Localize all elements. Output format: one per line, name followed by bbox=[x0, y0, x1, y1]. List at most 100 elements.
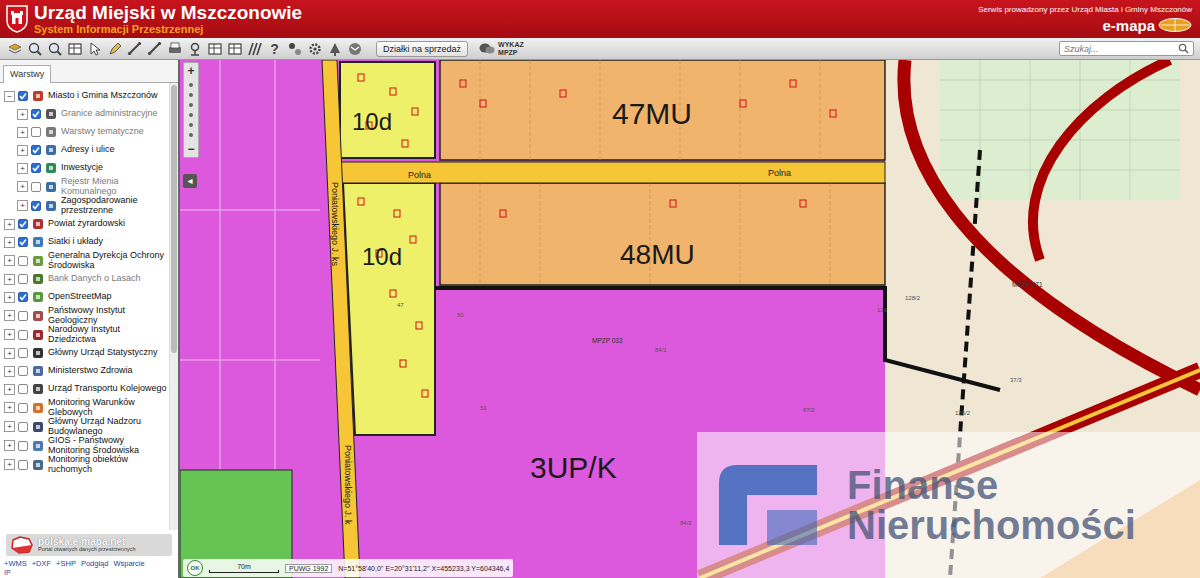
layer-item[interactable]: +Urząd Transportu Kolejowego bbox=[0, 380, 169, 398]
ruler-tool[interactable] bbox=[126, 40, 143, 57]
layer-checkbox[interactable] bbox=[18, 366, 28, 376]
expand-toggle[interactable]: + bbox=[17, 109, 28, 120]
expand-toggle[interactable]: + bbox=[4, 366, 15, 377]
building[interactable] bbox=[560, 90, 566, 97]
layer-item[interactable]: +Granice administracyjne bbox=[0, 105, 169, 123]
building[interactable] bbox=[500, 210, 506, 217]
zoom-level-dot[interactable] bbox=[189, 103, 193, 107]
info-tool[interactable] bbox=[286, 40, 303, 57]
print-tool[interactable] bbox=[166, 40, 183, 57]
ruler-tool[interactable] bbox=[146, 40, 163, 57]
zoom-out-button[interactable]: − bbox=[187, 143, 194, 155]
layer-checkbox[interactable] bbox=[18, 384, 28, 394]
layer-checkbox[interactable] bbox=[31, 201, 41, 211]
layer-item[interactable]: +Bank Danych o Lasach bbox=[0, 270, 169, 288]
expand-toggle[interactable]: + bbox=[4, 440, 15, 451]
layer-item[interactable]: −Miasto i Gmina Mszczonów bbox=[0, 87, 169, 105]
layer-item[interactable]: +Państwowy Instytut Geologiczny bbox=[0, 306, 169, 325]
zoom-level-dot[interactable] bbox=[189, 133, 193, 137]
building[interactable] bbox=[800, 200, 806, 207]
expand-toggle[interactable]: + bbox=[17, 200, 28, 211]
building[interactable] bbox=[390, 88, 396, 95]
layer-checkbox[interactable] bbox=[31, 163, 41, 173]
projection-select[interactable]: PUWG 1992 bbox=[285, 564, 332, 573]
expand-toggle[interactable]: − bbox=[4, 91, 15, 102]
expand-toggle[interactable]: + bbox=[17, 145, 28, 156]
expand-toggle[interactable]: + bbox=[4, 310, 15, 321]
export-link[interactable]: +WMS bbox=[4, 559, 27, 568]
expand-toggle[interactable]: + bbox=[4, 255, 15, 266]
layer-item[interactable]: +Adresy i ulice bbox=[0, 141, 169, 159]
layer-checkbox[interactable] bbox=[18, 219, 28, 229]
layer-checkbox[interactable] bbox=[31, 145, 41, 155]
layer-item[interactable]: +OpenStreetMap bbox=[0, 288, 169, 306]
building[interactable] bbox=[670, 200, 676, 207]
building[interactable] bbox=[358, 198, 364, 205]
search-field[interactable]: Szukaj... bbox=[1059, 41, 1194, 56]
building[interactable] bbox=[422, 390, 428, 397]
emapa-logo[interactable]: e-mapa bbox=[1102, 17, 1192, 34]
pencil-tool[interactable] bbox=[106, 40, 123, 57]
building[interactable] bbox=[460, 80, 466, 87]
layer-item[interactable]: +Rejestr Mienia Komunalnego bbox=[0, 177, 169, 196]
layer-item[interactable]: +Główny Urząd Statystyczny bbox=[0, 344, 169, 362]
layer-checkbox[interactable] bbox=[18, 330, 28, 340]
layer-item[interactable]: +Warstwy tematyczne bbox=[0, 123, 169, 141]
pointer-tool[interactable] bbox=[86, 40, 103, 57]
building[interactable] bbox=[390, 290, 396, 297]
zoom-in-button[interactable]: + bbox=[187, 65, 194, 77]
scrollbar-thumb[interactable] bbox=[171, 85, 177, 353]
sale-parcels-button[interactable]: Działki na sprzedaż bbox=[376, 41, 468, 57]
portal-logo[interactable]: polska.e-mapa.netPortal otwartych danych… bbox=[6, 534, 172, 556]
expand-toggle[interactable]: + bbox=[4, 219, 15, 230]
expand-toggle[interactable]: + bbox=[4, 421, 15, 432]
export-link[interactable]: Podgląd bbox=[81, 559, 109, 568]
expand-toggle[interactable]: + bbox=[4, 292, 15, 303]
layer-item[interactable]: +GIOŚ - Państwowy Monitoring Środowiska bbox=[0, 436, 169, 455]
layer-checkbox[interactable] bbox=[18, 441, 28, 451]
layer-checkbox[interactable] bbox=[31, 127, 41, 137]
pin-tool[interactable] bbox=[186, 40, 203, 57]
layer-checkbox[interactable] bbox=[18, 91, 28, 101]
map-view[interactable]: 10d47MU10d48MU3UP/KPolnaPolnaPoniatowski… bbox=[180, 60, 1200, 578]
layer-item[interactable]: +Siatki i układy bbox=[0, 233, 169, 251]
panel-tab[interactable]: Warstwy bbox=[3, 65, 51, 83]
scrollbar[interactable] bbox=[169, 83, 178, 530]
expand-toggle[interactable]: + bbox=[17, 163, 28, 174]
mail-tool[interactable] bbox=[346, 40, 363, 57]
layer-checkbox[interactable] bbox=[18, 292, 28, 302]
layer-item[interactable]: +Generalna Dyrekcja Ochrony Środowiska bbox=[0, 251, 169, 270]
expand-toggle[interactable]: + bbox=[17, 127, 28, 138]
layer-item[interactable]: +Monitoring obiektów ruchomych bbox=[0, 455, 169, 474]
layer-item[interactable]: +Monitoring Warunków Glebowych bbox=[0, 398, 169, 417]
layers-tool[interactable] bbox=[6, 40, 23, 57]
zoom-level-dot[interactable] bbox=[189, 83, 193, 87]
zoom-tool[interactable] bbox=[26, 40, 43, 57]
export-link[interactable]: +SHP bbox=[56, 559, 76, 568]
export-link[interactable]: Wsparcie bbox=[113, 559, 144, 568]
mpzp-list-button[interactable]: WYKAZMPZP bbox=[479, 41, 524, 57]
building[interactable] bbox=[410, 236, 416, 243]
building[interactable] bbox=[412, 108, 418, 115]
expand-toggle[interactable]: + bbox=[17, 181, 28, 192]
layer-checkbox[interactable] bbox=[18, 237, 28, 247]
expand-toggle[interactable]: + bbox=[4, 237, 15, 248]
ok-badge[interactable]: OK bbox=[187, 560, 203, 576]
layer-checkbox[interactable] bbox=[31, 182, 41, 192]
building[interactable] bbox=[416, 322, 422, 329]
building[interactable] bbox=[830, 110, 836, 117]
building[interactable] bbox=[480, 100, 486, 107]
layer-checkbox[interactable] bbox=[18, 256, 28, 266]
layer-item[interactable]: +Inwestycje bbox=[0, 159, 169, 177]
box-tool[interactable] bbox=[66, 40, 83, 57]
collapse-panel-button[interactable]: ◂ bbox=[183, 174, 197, 188]
layer-item[interactable]: +Główny Urząd Nadzoru Budowlanego bbox=[0, 417, 169, 436]
layer-checkbox[interactable] bbox=[18, 422, 28, 432]
layer-checkbox[interactable] bbox=[18, 311, 28, 321]
layer-checkbox[interactable] bbox=[18, 274, 28, 284]
tree-tool[interactable] bbox=[326, 40, 343, 57]
layer-item[interactable]: +Zagospodarowanie przestrzenne bbox=[0, 196, 169, 215]
layer-checkbox[interactable] bbox=[31, 109, 41, 119]
building[interactable] bbox=[400, 360, 406, 367]
expand-toggle[interactable]: + bbox=[4, 459, 15, 470]
